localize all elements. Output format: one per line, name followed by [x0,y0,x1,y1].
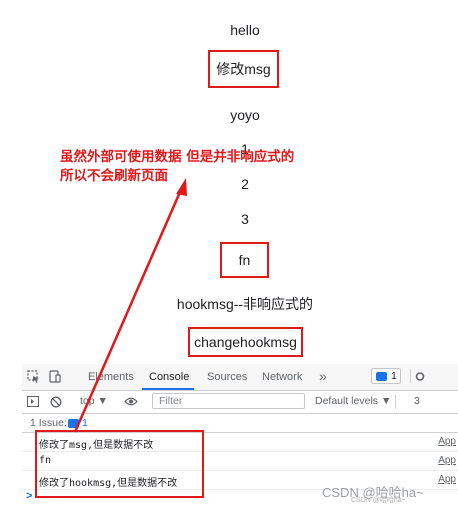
watermark-small: CSDN @哈哈ha~ [351,497,406,504]
annotation-arrow [73,178,187,433]
